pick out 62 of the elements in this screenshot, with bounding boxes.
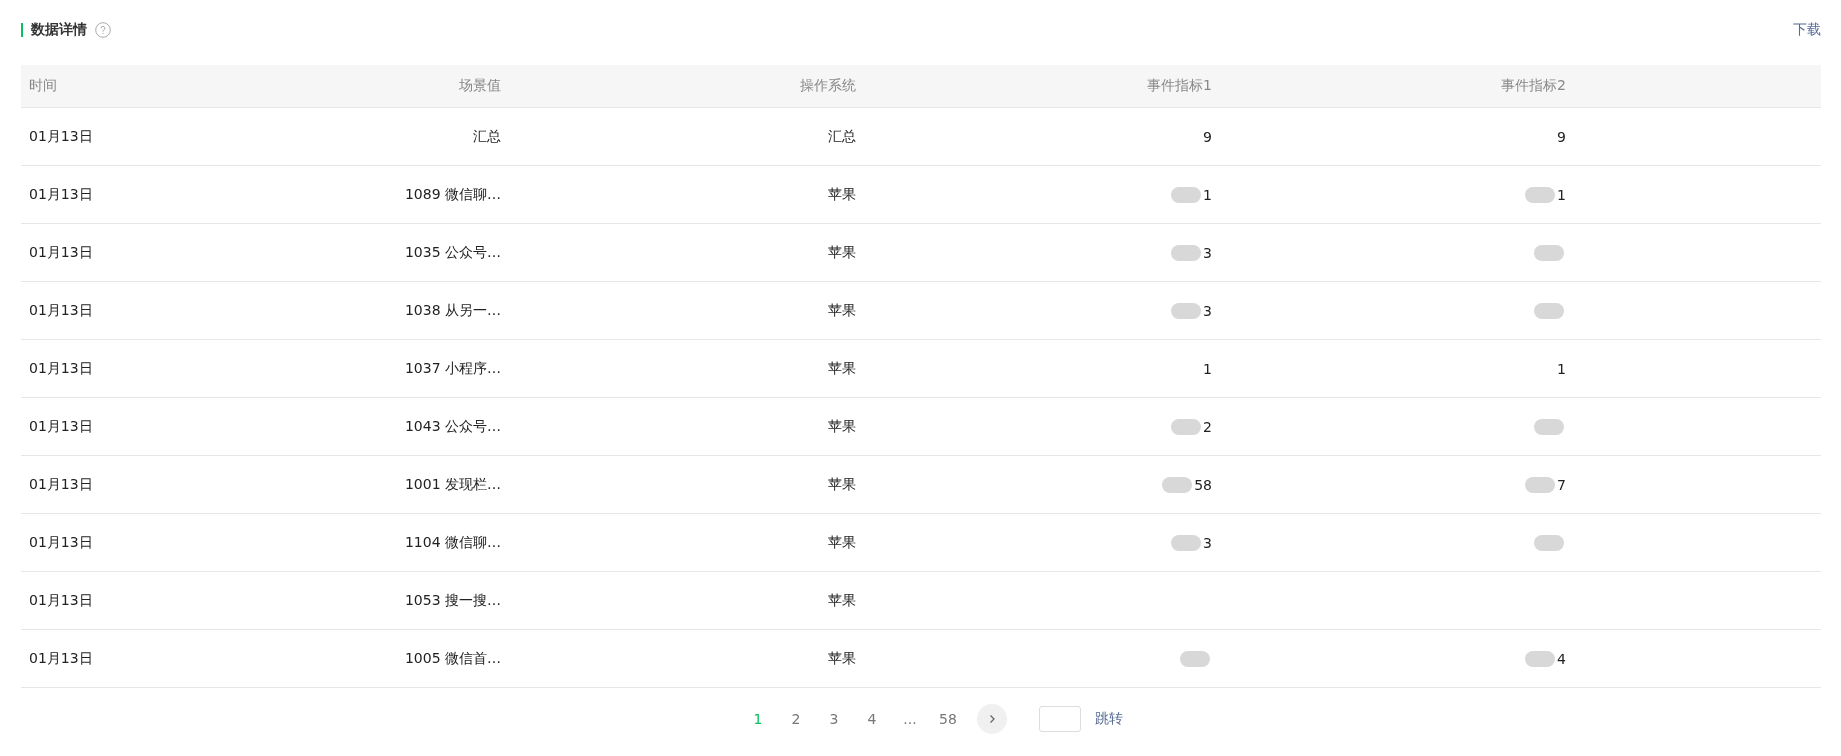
page-input-field[interactable] bbox=[1039, 706, 1081, 732]
table-cell-text: 苹果 bbox=[827, 590, 857, 610]
table-cell: 58 bbox=[1194, 476, 1212, 493]
table-cell-text: 01月13日 bbox=[28, 416, 94, 436]
table-cell-text: 汇总 bbox=[827, 126, 857, 146]
table-cell: 2 bbox=[1203, 418, 1212, 435]
table-cell-text: 苹果 bbox=[827, 358, 857, 378]
column-header: 时间 bbox=[28, 76, 58, 95]
table-cell-text: 01月13日 bbox=[28, 184, 94, 204]
table-cell-text: 01月13日 bbox=[28, 126, 94, 146]
column-header: 事件指标2 bbox=[1500, 76, 1567, 95]
next-page-button[interactable] bbox=[977, 704, 1007, 734]
page-link[interactable]: 3 bbox=[815, 711, 853, 727]
table-cell: 3 bbox=[1203, 244, 1212, 261]
table-cell-text: 汇总 bbox=[472, 126, 502, 146]
table-cell-text: 01月13日 bbox=[28, 532, 94, 552]
table-cell-text: 苹果 bbox=[827, 648, 857, 668]
table-cell-text: 1037 小程序… bbox=[403, 358, 502, 378]
title-accent-bar bbox=[21, 23, 23, 37]
table-cell: 7 bbox=[1557, 476, 1566, 493]
table-cell-text: 01月13日 bbox=[28, 648, 94, 668]
table-cell-text: 苹果 bbox=[827, 474, 857, 494]
column-header: 操作系统 bbox=[799, 76, 857, 95]
table-cell-text: 1005 微信首… bbox=[403, 648, 502, 668]
section-title: 数据详情 bbox=[31, 21, 87, 39]
table-cell-text: 1053 搜一搜… bbox=[403, 590, 502, 610]
table-cell-text: 1089 微信聊… bbox=[403, 184, 502, 204]
table-cell: 1 bbox=[1557, 186, 1566, 203]
table-cell-text: 1038 从另一… bbox=[403, 300, 502, 320]
table-cell-text: 1001 发现栏… bbox=[403, 474, 502, 494]
page-link[interactable]: 1 bbox=[739, 711, 777, 727]
table-cell-text: 苹果 bbox=[827, 532, 857, 552]
jump-link[interactable]: 跳转 bbox=[1095, 710, 1123, 728]
chevron-right-icon bbox=[988, 714, 996, 724]
table-cell: 4 bbox=[1557, 650, 1566, 667]
table-cell-text: 1104 微信聊… bbox=[403, 532, 502, 552]
column-header: 场景值 bbox=[458, 76, 502, 95]
table-cell-text: 苹果 bbox=[827, 242, 857, 262]
page-link[interactable]: 58 bbox=[929, 711, 967, 727]
table-cell-text: 苹果 bbox=[827, 416, 857, 436]
table-cell: 1 bbox=[1203, 186, 1212, 203]
page-link[interactable]: 4 bbox=[853, 711, 891, 727]
download-link[interactable]: 下载 bbox=[1793, 21, 1821, 39]
page-link[interactable]: ... bbox=[891, 711, 929, 727]
table-cell-text: 01月13日 bbox=[28, 358, 94, 378]
table-cell-text: 苹果 bbox=[827, 300, 857, 320]
table-cell: 9 bbox=[1203, 128, 1212, 145]
table-cell-text: 01月13日 bbox=[28, 474, 94, 494]
table-cell: 3 bbox=[1203, 534, 1212, 551]
table-cell: 9 bbox=[1557, 128, 1566, 145]
table-cell-text: 01月13日 bbox=[28, 242, 94, 262]
table-cell-text: 苹果 bbox=[827, 184, 857, 204]
table-cell-text: 01月13日 bbox=[28, 590, 94, 610]
table-cell-text: 1043 公众号… bbox=[403, 416, 502, 436]
table-cell-text: 1035 公众号… bbox=[403, 242, 502, 262]
table-cell-text: 01月13日 bbox=[28, 300, 94, 320]
table-cell: 1 bbox=[1203, 360, 1212, 377]
help-icon[interactable] bbox=[95, 22, 111, 38]
column-header: 事件指标1 bbox=[1146, 76, 1213, 95]
table-cell: 3 bbox=[1203, 302, 1212, 319]
page-link[interactable]: 2 bbox=[777, 711, 815, 727]
table-cell: 1 bbox=[1557, 360, 1566, 377]
